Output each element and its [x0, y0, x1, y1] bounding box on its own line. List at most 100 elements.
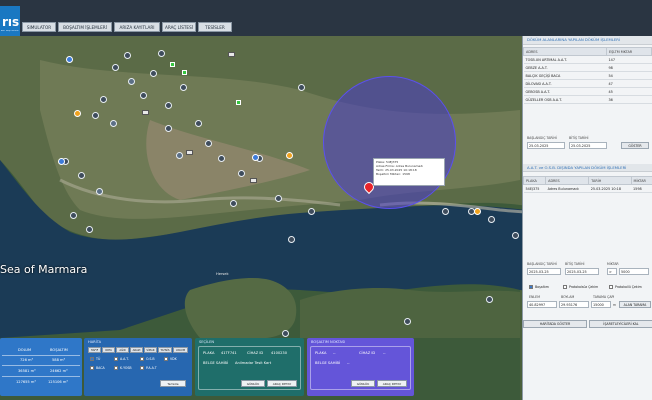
show-button[interactable]: GÖSTER [621, 142, 649, 149]
facility-marker-orange[interactable] [474, 208, 481, 215]
facility-marker-orange[interactable] [286, 152, 293, 159]
vehicle-marker[interactable] [288, 236, 295, 243]
vehicle-marker[interactable] [282, 330, 289, 337]
vehicle-marker[interactable] [486, 296, 493, 303]
dump-operations-title: DÖKÜM ALANLARINA YAPILAN DÖKÜM İŞLEMLERİ [523, 36, 652, 45]
markers-button[interactable]: İŞARETLEYİCİLERİ KAL [589, 320, 652, 328]
pin-tooltip: Plaka: 54EJ375 Adres:Firma: Adres Buluna… [373, 158, 445, 186]
longitude-input[interactable]: 29.93176 [559, 301, 589, 308]
start-date-input[interactable]: 25.03.2025 [527, 142, 565, 149]
show-on-map-button[interactable]: HARİTADA GÖSTER [523, 320, 587, 328]
vehicle-marker[interactable] [124, 52, 131, 59]
filter-tag-button[interactable]: TAHSİS [158, 347, 172, 353]
amount-input[interactable]: 5000 [619, 268, 649, 275]
vehicle-marker[interactable] [238, 170, 245, 177]
filter-option-label: P.A.A.T [146, 366, 157, 370]
search-start-input[interactable]: 2025-03-25 [527, 268, 561, 275]
vehicle-marker[interactable] [404, 318, 411, 325]
vehicle-marker[interactable] [96, 188, 103, 195]
table-row[interactable]: TOSB.UN ARTIMAL A.A.T. 147 [523, 55, 652, 64]
facility-marker-blue[interactable] [252, 154, 259, 161]
table-cell: TOSB.UN ARTIMAL A.A.T. [523, 55, 607, 64]
no-protocol-checkbox[interactable] [563, 285, 567, 289]
vehicle-marker[interactable] [308, 208, 315, 215]
filter-tag-button[interactable]: VAKUM [173, 347, 188, 353]
unloading-checkbox[interactable] [529, 285, 533, 289]
facility-marker[interactable] [186, 150, 193, 155]
filter-option-label: O.S.B [146, 357, 155, 361]
facility-marker-blue[interactable] [58, 158, 65, 165]
vehicle-marker[interactable] [150, 70, 157, 77]
vehicle-marker[interactable] [100, 96, 107, 103]
facility-marker-green[interactable] [170, 62, 175, 67]
vehicle-marker[interactable] [92, 112, 99, 119]
filter-checkbox[interactable] [90, 366, 94, 370]
nav-facilities-button[interactable]: TESİSLER [198, 22, 232, 32]
vehicle-marker[interactable] [218, 155, 225, 162]
filter-tag-button[interactable]: SİMAR [144, 347, 157, 353]
nav-simulator-button[interactable]: SIMULATOR [22, 22, 56, 32]
vehicle-marker[interactable] [128, 78, 135, 85]
vehicle-marker[interactable] [275, 195, 282, 202]
table-row[interactable]: GEBOSB A.A.T. 45 [523, 87, 652, 96]
facility-marker[interactable] [228, 52, 235, 57]
outside-operations-table: PLAKA ADRES TARİH MİKTAR 54EJ375 Adres B… [522, 176, 652, 193]
filter-checkbox[interactable] [114, 357, 118, 361]
daily-button[interactable]: GÜNLÜK [241, 380, 265, 387]
vehicle-marker[interactable] [78, 172, 85, 179]
facility-marker-green[interactable] [182, 70, 187, 75]
nav-unloading-button[interactable]: BOŞALTIM İŞLEMLERİ [58, 22, 112, 32]
vehicle-detail-button[interactable]: ARAÇ DETAY [267, 380, 297, 387]
vehicle-marker[interactable] [298, 84, 305, 91]
vehicle-marker[interactable] [180, 84, 187, 91]
vehicle-marker[interactable] [230, 200, 237, 207]
vehicle-marker[interactable] [112, 64, 119, 71]
vehicle-marker[interactable] [165, 125, 172, 132]
vehicle-detail-button[interactable]: ARAÇ DETAY [377, 380, 407, 387]
clear-filter-button[interactable]: Temizle [160, 380, 186, 387]
stat-value: 36581 m³ [18, 369, 36, 373]
table-row[interactable]: GEBZE A.A.T. 98 [523, 63, 652, 72]
vehicle-marker[interactable] [86, 226, 93, 233]
facility-marker-orange[interactable] [74, 110, 81, 117]
filter-checkbox[interactable] [114, 366, 118, 370]
search-end-input[interactable]: 2025-03-25 [565, 268, 599, 275]
filter-checkbox[interactable] [140, 357, 144, 361]
vehicle-marker[interactable] [110, 120, 117, 127]
nav-faults-button[interactable]: ARIZA KAYITLARI [114, 22, 160, 32]
vehicle-marker[interactable] [158, 50, 165, 57]
filter-tag-button[interactable]: ORTA [102, 347, 115, 353]
vehicle-marker[interactable] [176, 152, 183, 159]
nav-vehicles-button[interactable]: ARAÇ LİSTESİ [162, 22, 196, 32]
vehicle-marker[interactable] [70, 212, 77, 219]
table-row[interactable]: 54EJ375 Adres Bulunamadı 25.03.2025 10:1… [523, 184, 652, 193]
filter-tag-button[interactable]: HAFIF [88, 347, 101, 353]
filter-tag-button[interactable]: ARAZI [130, 347, 143, 353]
table-row[interactable]: BALÇIK GEÇİŞİ BACA 54 [523, 71, 652, 80]
facility-marker[interactable] [250, 178, 257, 183]
table-row[interactable]: GÜZELLER OSB A.A.T. 36 [523, 95, 652, 104]
filter-checkbox[interactable] [140, 366, 144, 370]
facility-marker-blue[interactable] [66, 56, 73, 63]
vehicle-marker[interactable] [195, 120, 202, 127]
daily-button[interactable]: GÜNLÜK [351, 380, 375, 387]
facility-marker-green[interactable] [236, 100, 241, 105]
vehicle-marker[interactable] [140, 92, 147, 99]
vehicle-marker[interactable] [165, 102, 172, 109]
amount-operator-select[interactable]: > [607, 268, 617, 275]
vehicle-marker[interactable] [442, 208, 449, 215]
scan-zone-circle [323, 76, 456, 209]
protocol-checkbox[interactable] [609, 285, 613, 289]
facility-marker[interactable] [142, 110, 149, 115]
filter-checkbox[interactable] [164, 357, 168, 361]
latitude-input[interactable]: 40.82997 [527, 301, 557, 308]
vehicle-marker[interactable] [205, 140, 212, 147]
table-row[interactable]: DİLOVASI A.A.T. 47 [523, 79, 652, 88]
filter-tag-button[interactable]: AĞIR [116, 347, 129, 353]
vehicle-marker[interactable] [488, 216, 495, 223]
vehicle-marker[interactable] [512, 232, 519, 239]
filter-checkbox[interactable] [90, 357, 94, 361]
area-scan-button[interactable]: ALAN TARAMA [619, 301, 651, 308]
end-date-input[interactable]: 25.03.2025 [569, 142, 607, 149]
radius-input[interactable]: 15000 [591, 301, 611, 308]
